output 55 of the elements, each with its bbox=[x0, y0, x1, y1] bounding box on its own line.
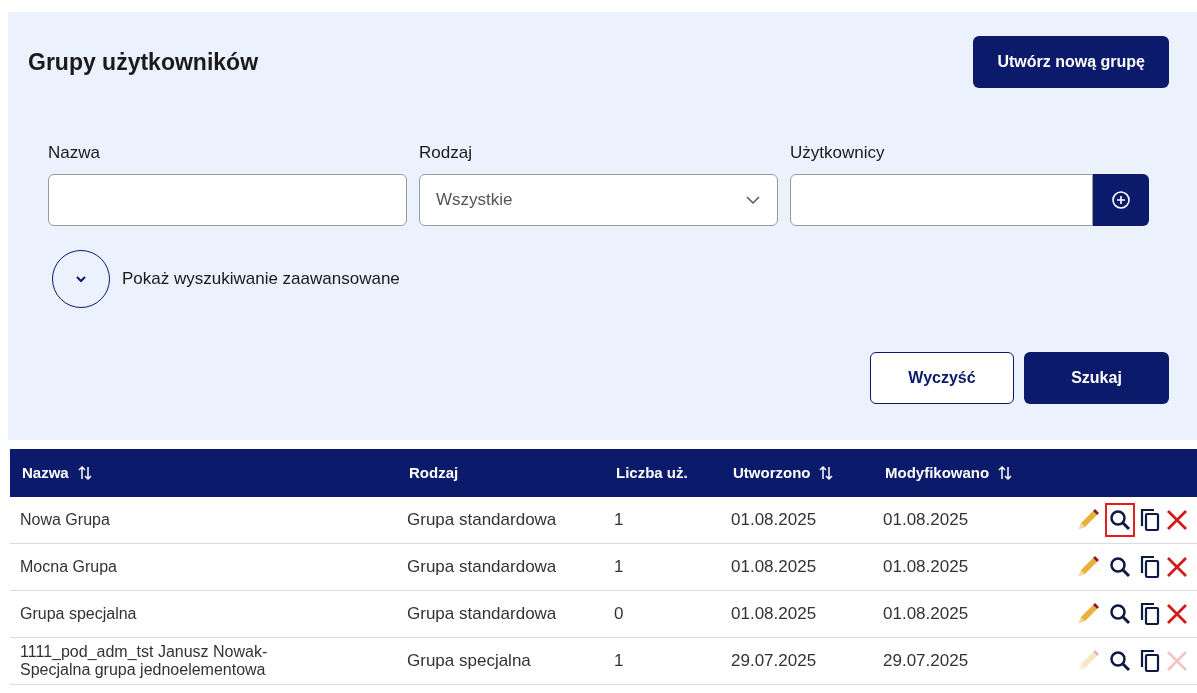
copy-icon[interactable] bbox=[1139, 601, 1161, 627]
search-icon bbox=[1109, 650, 1131, 672]
field-label: Rodzaj bbox=[419, 142, 473, 164]
table-cell: Nowa Grupa bbox=[20, 510, 110, 528]
chevron-down-icon bbox=[745, 194, 761, 205]
sort-icon[interactable] bbox=[997, 465, 1014, 481]
table-cell: Mocna Grupa bbox=[20, 557, 117, 575]
column-header: Modyfikowano bbox=[885, 462, 990, 483]
table-cell: 01.08.2025 bbox=[883, 557, 969, 577]
search-icon bbox=[1109, 556, 1131, 578]
search-button[interactable]: Szukaj bbox=[1024, 351, 1169, 404]
name-input[interactable] bbox=[48, 173, 407, 226]
table-cell: 01.08.2025 bbox=[731, 510, 817, 530]
field-label: Użytkownicy bbox=[790, 142, 886, 164]
delete-icon[interactable] bbox=[1165, 508, 1189, 532]
sort-icon[interactable] bbox=[818, 465, 835, 481]
table-cell: 1 bbox=[614, 510, 624, 530]
table-cell: 01.08.2025 bbox=[731, 557, 817, 577]
clear-button[interactable]: Wyczyść bbox=[870, 351, 1014, 404]
add-user-button[interactable] bbox=[1093, 173, 1149, 226]
table-cell: 01.08.2025 bbox=[731, 604, 817, 624]
sort-icon[interactable] bbox=[76, 465, 93, 481]
delete-icon[interactable] bbox=[1165, 555, 1189, 579]
table-cell: 0 bbox=[614, 604, 624, 624]
search-icon bbox=[1109, 509, 1131, 531]
table-cell: 1 bbox=[614, 651, 624, 671]
table-cell: 29.07.2025 bbox=[883, 651, 969, 671]
column-header: Rodzaj bbox=[409, 462, 459, 483]
create-group-button[interactable]: Utwórz nową grupę bbox=[973, 36, 1169, 88]
column-header: Nazwa bbox=[22, 462, 69, 483]
copy-icon[interactable] bbox=[1139, 554, 1161, 580]
chevron-down-icon bbox=[74, 273, 88, 284]
users-input[interactable] bbox=[790, 173, 1093, 226]
column-header: Utworzono bbox=[733, 462, 811, 483]
table-cell: Grupa specjalna bbox=[20, 604, 137, 622]
field-label: Nazwa bbox=[48, 142, 101, 164]
table-cell: Grupa standardowa bbox=[407, 510, 557, 530]
table-cell: Grupa standardowa bbox=[407, 604, 557, 624]
page-title: Grupy użytkowników bbox=[28, 47, 259, 77]
copy-icon[interactable] bbox=[1139, 648, 1161, 674]
table-cell: Grupa standardowa bbox=[407, 557, 557, 577]
plus-circle-icon bbox=[1111, 189, 1131, 210]
delete-icon[interactable] bbox=[1165, 602, 1189, 626]
table-cell: 1111_pod_adm_tst Janusz Nowak-Specjalna grupa jednoelementowa bbox=[20, 642, 268, 678]
table-cell: 1 bbox=[614, 557, 624, 577]
column-header: Liczba uż. bbox=[616, 462, 688, 483]
search-icon bbox=[1109, 603, 1131, 625]
table-cell: 01.08.2025 bbox=[883, 604, 969, 624]
table-cell: Grupa specjalna bbox=[407, 651, 531, 671]
table-cell: 01.08.2025 bbox=[883, 510, 969, 530]
view-button[interactable] bbox=[1105, 503, 1135, 537]
type-select[interactable]: Wszystkie bbox=[419, 173, 778, 226]
copy-icon[interactable] bbox=[1139, 507, 1161, 533]
advanced-search-link[interactable]: Pokaż wyszukiwanie zaawansowane bbox=[122, 265, 400, 292]
table-cell: 29.07.2025 bbox=[731, 651, 817, 671]
